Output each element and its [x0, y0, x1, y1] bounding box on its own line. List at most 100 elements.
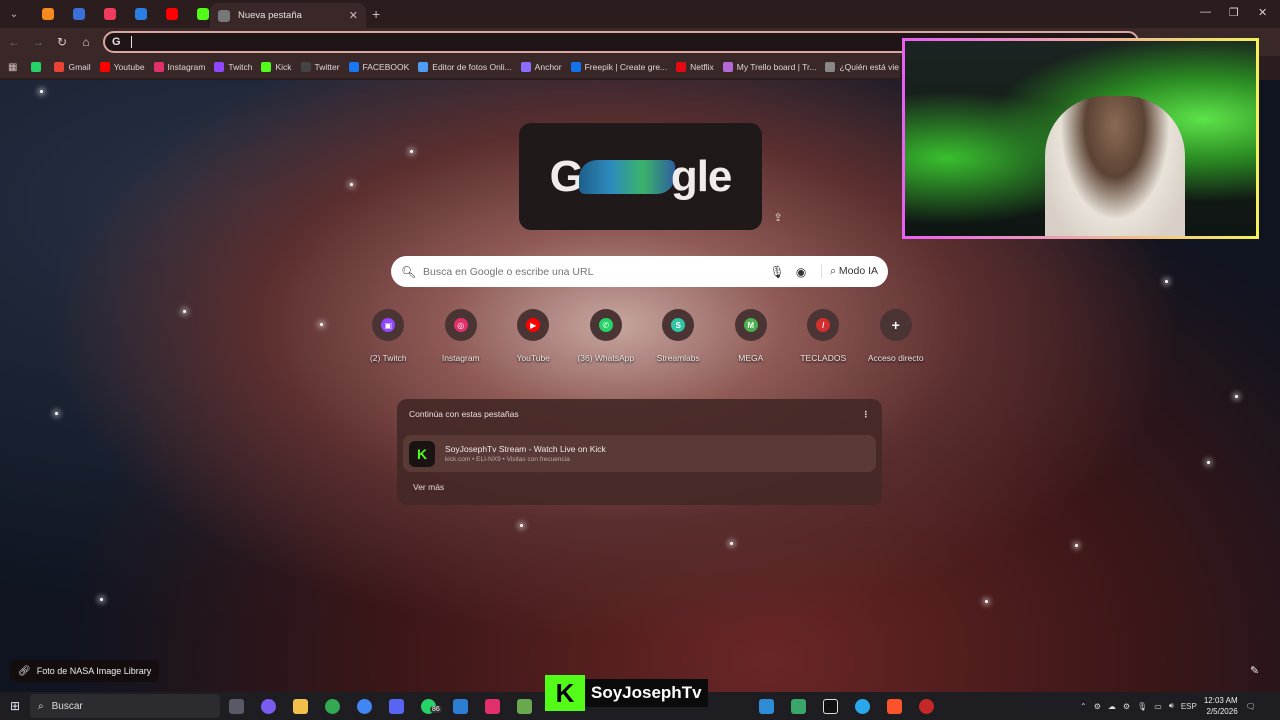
- windows-start-icon[interactable]: ⊞: [0, 699, 30, 713]
- restore-icon[interactable]: ❐: [1229, 6, 1239, 19]
- bookmark-item[interactable]: Editor de fotos Onli...: [418, 62, 512, 72]
- app-icon[interactable]: [782, 692, 814, 720]
- continue-tabs-card: Continúa con estas pestañas ⋮ K SoyJosep…: [397, 399, 882, 505]
- streamer-video: [1045, 96, 1185, 236]
- language-indicator[interactable]: ESP: [1181, 702, 1197, 711]
- shortcut-tile[interactable]: ◎ Instagram: [425, 309, 498, 369]
- tradingview-icon[interactable]: [814, 692, 846, 720]
- pinned-tab[interactable]: [63, 0, 94, 28]
- pinned-tab[interactable]: [94, 0, 125, 28]
- file-explorer-icon[interactable]: [284, 692, 316, 720]
- home-icon[interactable]: ⌂: [74, 35, 98, 49]
- share-icon[interactable]: ⇪: [770, 211, 786, 227]
- search-box[interactable]: 🔍︎ 🎙︎ ◉ ⌕ Modo IA: [391, 256, 888, 287]
- close-window-icon[interactable]: ✕: [1258, 6, 1267, 19]
- pinned-tab[interactable]: [156, 0, 187, 28]
- bookmark-item[interactable]: Instagram: [153, 62, 205, 72]
- tab-new-tab[interactable]: Nueva pestaña ✕: [210, 3, 366, 28]
- instagram-icon[interactable]: [476, 692, 508, 720]
- minecraft-icon[interactable]: [508, 692, 540, 720]
- customize-pencil-icon[interactable]: ✎: [1250, 664, 1259, 677]
- photo-credit[interactable]: 🔗︎ Foto de NASA Image Library: [10, 660, 160, 682]
- add-icon: +: [891, 317, 900, 333]
- bookmark-item[interactable]: Netflix: [676, 62, 714, 72]
- network-icon[interactable]: ☁: [1108, 702, 1116, 711]
- back-icon[interactable]: ←: [2, 35, 26, 49]
- bookmark-item[interactable]: Twitch: [214, 62, 252, 72]
- more-options-icon[interactable]: ⋮: [862, 409, 871, 420]
- whatsapp-icon[interactable]: 86: [412, 692, 444, 720]
- instagram-icon: ◎: [453, 318, 468, 332]
- bookmark-item[interactable]: Twitter: [300, 62, 340, 72]
- chrome-icon[interactable]: [316, 692, 348, 720]
- bookmark-item[interactable]: FACEBOOK: [348, 62, 409, 72]
- bookmark-item[interactable]: Freepik | Create gre...: [570, 62, 667, 72]
- brave-icon[interactable]: [878, 692, 910, 720]
- shortcut-tile[interactable]: ▶ YouTube: [497, 309, 570, 369]
- netflix-icon: [676, 62, 687, 72]
- mega-icon: M: [743, 318, 758, 332]
- mail-icon: [134, 8, 147, 20]
- bookmark-item[interactable]: Kick: [261, 62, 292, 72]
- apps-grid-icon[interactable]: ▦: [8, 62, 17, 73]
- bookmark-item[interactable]: ¿Quién está vie: [825, 62, 899, 72]
- chevron-up-icon[interactable]: ⌃: [1080, 702, 1087, 711]
- recorder-icon[interactable]: [910, 692, 942, 720]
- pinned-tab[interactable]: [32, 0, 63, 28]
- new-tab-icon: [218, 9, 230, 22]
- microphone-icon[interactable]: 🎙︎: [1137, 702, 1147, 711]
- see-more-link[interactable]: Ver más: [413, 482, 444, 492]
- volume-icon[interactable]: 🔊︎: [1169, 701, 1174, 711]
- bookmark-label: Gmail: [68, 62, 91, 72]
- bookmark-item[interactable]: Gmail: [54, 62, 91, 72]
- google-lens-icon[interactable]: ◉: [789, 265, 813, 279]
- shortcut-tile[interactable]: + Acceso directo: [860, 309, 933, 369]
- tab-title: Nueva pestaña: [238, 10, 302, 21]
- monitor-icon[interactable]: ▭: [1154, 702, 1162, 711]
- bookmark-item[interactable]: Anchor: [520, 62, 562, 72]
- bitwarden-icon[interactable]: [750, 692, 782, 720]
- search-input[interactable]: [423, 265, 766, 278]
- tray-app-icon[interactable]: ⚙: [1094, 702, 1101, 711]
- pinned-tab[interactable]: [125, 0, 156, 28]
- shortcut-tile[interactable]: S Streamlabs: [642, 309, 715, 369]
- chrome-profile-icon[interactable]: [348, 692, 380, 720]
- ai-mode-button[interactable]: ⌕ Modo IA: [821, 265, 878, 278]
- shortcut-label: Instagram: [441, 353, 480, 363]
- whatsapp-icon: [31, 62, 42, 72]
- freepik-icon: [570, 62, 581, 72]
- clock[interactable]: 12:03 AM 2/5/2026: [1204, 695, 1238, 717]
- keyboard-icon: /: [816, 318, 831, 332]
- tray-settings-icon[interactable]: ⚙: [1123, 702, 1130, 711]
- google-doodle[interactable]: G gle: [519, 123, 762, 230]
- discord-icon[interactable]: [380, 692, 412, 720]
- tab-search-icon[interactable]: ⌄: [6, 6, 22, 22]
- reload-icon[interactable]: ↻: [50, 35, 74, 49]
- copilot-icon[interactable]: [252, 692, 284, 720]
- continue-item[interactable]: K SoyJosephTv Stream - Watch Live on Kic…: [403, 435, 876, 472]
- calendar-icon[interactable]: [444, 692, 476, 720]
- shortcut-tile[interactable]: M MEGA: [715, 309, 788, 369]
- shortcut-tile[interactable]: / TECLADOS: [787, 309, 860, 369]
- microphone-icon[interactable]: 🎙︎: [765, 265, 789, 279]
- bookmark-item[interactable]: My Trello board | Tr...: [722, 62, 816, 72]
- task-view-icon[interactable]: [220, 692, 252, 720]
- bookmark-label: Editor de fotos Onli...: [432, 62, 512, 72]
- doodle-letters-gle: gle: [670, 151, 733, 201]
- shortcut-tile[interactable]: ▣ (2) Twitch: [352, 309, 425, 369]
- close-tab-icon[interactable]: ✕: [349, 9, 358, 22]
- vlc-icon: [41, 8, 54, 20]
- bookmark-item[interactable]: Youtube: [99, 62, 145, 72]
- forward-icon[interactable]: →: [26, 35, 50, 49]
- bookmark-item[interactable]: [31, 62, 45, 72]
- photo-editor-icon: [418, 62, 429, 72]
- bookmarks-bar: ▦ Gmail Youtube Instagram Twitch Kick Twitter…: [0, 56, 900, 78]
- new-tab-button[interactable]: +: [372, 6, 380, 22]
- notifications-icon[interactable]: 🗨︎: [1246, 702, 1256, 711]
- telegram-icon[interactable]: [846, 692, 878, 720]
- bookmark-label: Youtube: [113, 62, 145, 72]
- taskbar-search[interactable]: ⌕ Buscar: [30, 694, 220, 718]
- shortcuts-grid: ▣ (2) Twitch ◎ Instagram ▶ YouTube ✆ (36) Whats…: [352, 309, 932, 369]
- minimize-icon[interactable]: —: [1200, 6, 1211, 18]
- shortcut-tile[interactable]: ✆ (36) WhatsApp: [570, 309, 643, 369]
